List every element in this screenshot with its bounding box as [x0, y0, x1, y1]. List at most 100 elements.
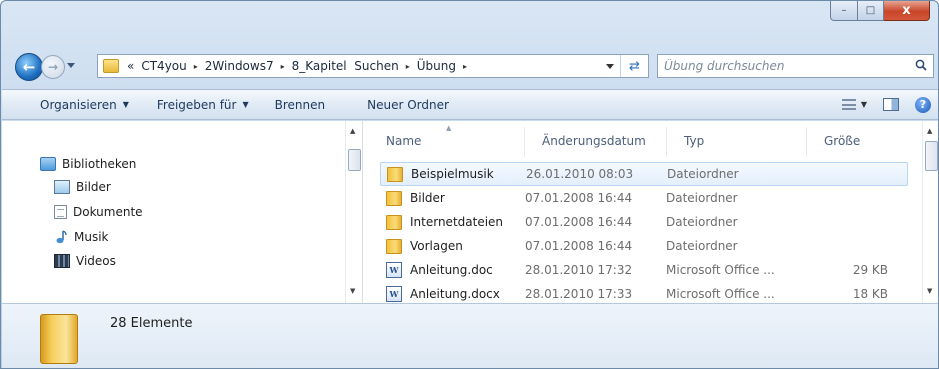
breadcrumb-item[interactable]: 8_Kapitel Suchen	[292, 59, 399, 73]
nav-item-label: Dokumente	[73, 205, 143, 219]
chevron-down-icon: ▼	[242, 100, 249, 109]
minimize-icon: –	[841, 5, 847, 16]
file-date: 07.01.2008 16:44	[525, 191, 633, 205]
column-header-type[interactable]: Typ	[684, 121, 704, 161]
breadcrumb-item[interactable]: Übung	[417, 59, 456, 73]
forward-button[interactable]: →	[41, 55, 65, 79]
breadcrumb-overflow[interactable]: «	[127, 59, 134, 73]
table-row[interactable]: Bilder 07.01.2008 16:44 Dateiordner	[380, 186, 908, 210]
search-icon[interactable]	[915, 59, 927, 71]
table-row[interactable]: Internetdateien 07.01.2008 16:44 Dateior…	[380, 210, 908, 234]
change-view-button[interactable]: ▼	[841, 99, 867, 110]
preview-pane-icon[interactable]	[883, 98, 899, 111]
refresh-button[interactable]: ⇄	[620, 55, 648, 77]
organize-button[interactable]: Organisieren ▼	[2, 90, 143, 119]
share-with-label: Freigeben für	[156, 97, 237, 112]
breadcrumb-item[interactable]: 2Windows7	[205, 59, 274, 73]
column-header-size[interactable]: Größe	[824, 121, 860, 161]
navigation-scrollbar[interactable]: ▲ ▼	[345, 121, 362, 303]
nav-item-label: Bibliotheken	[62, 157, 137, 171]
view-details-icon	[841, 99, 856, 110]
view-controls: ▼ ?	[841, 90, 931, 119]
file-type: Dateiordner	[666, 239, 738, 253]
recent-pages-dropdown[interactable]	[67, 63, 75, 68]
column-header-label: Größe	[824, 134, 861, 148]
caption-buttons: – □ x	[830, 1, 930, 23]
file-name-cell: Bilder	[386, 186, 445, 210]
explorer-window: – □ x ← → « CT4you ▸ 2Windows7 ▸ 8_Kapit…	[0, 0, 939, 369]
close-button[interactable]: x	[884, 1, 930, 21]
nav-item-videos[interactable]: Videos	[54, 254, 116, 268]
folder-icon	[103, 59, 119, 73]
word-doc-icon: W	[386, 262, 402, 278]
scroll-down-icon[interactable]: ▼	[350, 287, 355, 295]
title-bar[interactable]: – □ x	[1, 1, 938, 43]
column-header-label: Name	[386, 134, 422, 148]
file-list: Name ▲ Änderungsdatum Typ Größe Beispiel…	[364, 121, 938, 303]
minimize-button[interactable]: –	[830, 1, 858, 21]
column-header-name[interactable]: Name	[386, 121, 421, 161]
breadcrumb-item[interactable]: CT4you	[141, 59, 186, 73]
nav-item-music[interactable]: Musik	[54, 230, 109, 244]
scrollbar-thumb[interactable]	[348, 149, 361, 171]
breadcrumb-separator-icon[interactable]: ▸	[194, 62, 198, 71]
nav-item-pictures[interactable]: Bilder	[54, 180, 111, 194]
scroll-up-icon[interactable]: ▲	[927, 127, 932, 135]
column-header-date[interactable]: Änderungsdatum	[542, 121, 646, 161]
folder-icon	[40, 314, 78, 364]
breadcrumb-separator-icon[interactable]: ▸	[281, 62, 285, 71]
search-input[interactable]	[658, 59, 898, 73]
videos-icon	[54, 254, 70, 268]
share-with-button[interactable]: Freigeben für ▼	[143, 90, 263, 119]
organize-label: Organisieren	[40, 97, 117, 112]
file-date: 26.01.2010 08:03	[526, 167, 634, 181]
address-history-dropdown[interactable]	[606, 64, 614, 69]
new-folder-button[interactable]: Neuer Ordner	[339, 90, 463, 119]
file-size	[802, 210, 888, 234]
breadcrumb: « CT4you ▸ 2Windows7 ▸ 8_Kapitel Suchen …	[127, 59, 474, 73]
breadcrumb-separator-icon[interactable]: ▸	[463, 62, 467, 71]
nav-item-label: Musik	[74, 230, 109, 244]
forward-arrow-icon: →	[47, 60, 59, 74]
folder-icon	[386, 190, 402, 206]
close-icon: x	[902, 3, 911, 18]
table-row[interactable]: Beispielmusik 26.01.2010 08:03 Dateiordn…	[380, 162, 908, 186]
search-box[interactable]	[657, 54, 934, 78]
music-icon	[56, 230, 67, 244]
file-name-cell: Beispielmusik	[387, 163, 494, 185]
address-bar[interactable]: « CT4you ▸ 2Windows7 ▸ 8_Kapitel Suchen …	[97, 54, 649, 78]
word-doc-icon: W	[386, 286, 402, 302]
back-button[interactable]: ←	[15, 53, 43, 81]
file-type: Dateiordner	[666, 191, 738, 205]
item-count: 28 Elemente	[110, 316, 193, 331]
file-name: Anleitung.doc	[410, 263, 493, 277]
details-pane: 28 Elemente	[2, 303, 938, 368]
file-type: Microsoft Office ...	[666, 263, 775, 277]
scrollbar-thumb[interactable]	[925, 141, 938, 171]
file-name-cell: W Anleitung.doc	[386, 258, 493, 282]
column-divider[interactable]	[806, 127, 807, 157]
documents-icon	[54, 205, 67, 219]
pictures-icon	[54, 180, 70, 194]
maximize-button[interactable]: □	[858, 1, 884, 21]
table-row[interactable]: Vorlagen 07.01.2008 16:44 Dateiordner	[380, 234, 908, 258]
refresh-icon: ⇄	[629, 58, 640, 74]
nav-item-libraries[interactable]: Bibliotheken	[40, 157, 136, 171]
table-row[interactable]: W Anleitung.doc 28.01.2010 17:32 Microsof…	[380, 258, 908, 282]
nav-item-documents[interactable]: Dokumente	[54, 205, 143, 219]
column-divider[interactable]	[524, 127, 525, 157]
nav-item-label: Videos	[76, 254, 116, 268]
burn-button[interactable]: Brennen	[263, 90, 339, 119]
file-name: Anleitung.docx	[410, 287, 500, 301]
file-list-scrollbar[interactable]: ▲ ▼	[922, 121, 938, 303]
column-divider[interactable]	[666, 127, 667, 157]
chevron-down-icon: ▼	[122, 100, 129, 109]
help-icon[interactable]: ?	[915, 96, 931, 113]
folder-icon	[386, 238, 402, 254]
scroll-up-icon[interactable]: ▲	[350, 127, 355, 135]
file-name-cell: Internetdateien	[386, 210, 503, 234]
command-bar: Organisieren ▼ Freigeben für ▼ Brennen Neu…	[2, 89, 938, 120]
scroll-down-icon[interactable]: ▼	[927, 287, 932, 295]
address-row: ← → « CT4you ▸ 2Windows7 ▸ 8_Kapitel Suc…	[1, 49, 938, 83]
breadcrumb-separator-icon[interactable]: ▸	[406, 62, 410, 71]
